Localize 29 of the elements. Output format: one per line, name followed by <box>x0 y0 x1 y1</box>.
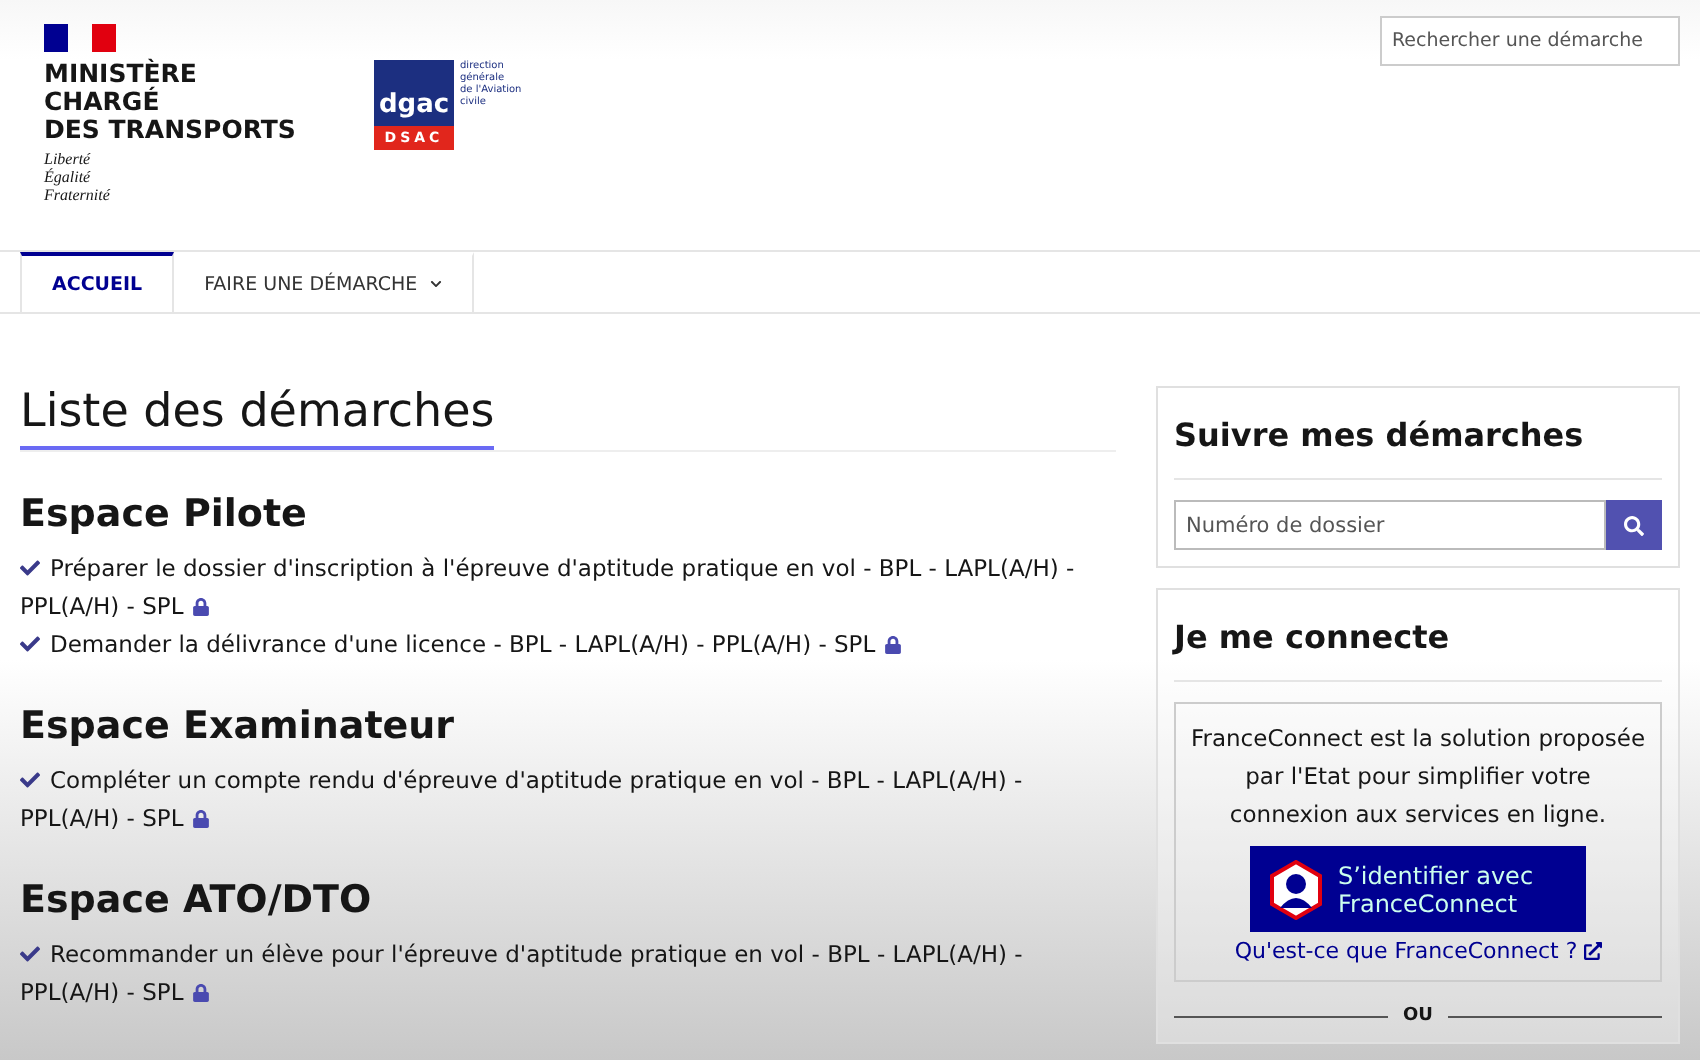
check-icon <box>20 944 40 964</box>
section-title: Espace Examinateur <box>20 704 457 748</box>
card-title: Je me connecte <box>1174 590 1662 682</box>
nav-tab[interactable]: ACCUEIL <box>20 252 175 312</box>
franceconnect-description: FranceConnect est la solution proposée par l'Etat pour simplifier votre connexion aux services en ligne. <box>1188 722 1648 832</box>
check-icon <box>20 558 40 578</box>
card-title: Suivre mes démarches <box>1174 388 1662 480</box>
separator-label: OU <box>1403 1006 1433 1026</box>
help-link[interactable]: Qu'est-ce que FranceConnect ? <box>1234 938 1602 964</box>
search-field[interactable]: Rechercher une démarche <box>1380 16 1680 66</box>
franceconnect-button[interactable]: S’identifier avec FranceConnect <box>1250 846 1586 932</box>
section-title: Espace Pilote <box>20 492 309 536</box>
check-icon <box>20 770 40 790</box>
search-button[interactable] <box>1606 500 1662 550</box>
ministry-name: MINISTÈRE CHARGÉ DES TRANSPORTS <box>44 60 298 144</box>
page-title: Liste des démarches <box>20 386 495 450</box>
section-title: Espace ATO/DTO <box>20 878 374 922</box>
procedure-link[interactable]: Compléter un compte rendu d'épreuve d'aptitude pratique en vol - BPL - LAPL(A/H) - PPL(A/H) - SPL <box>20 762 1116 838</box>
check-icon <box>20 634 40 654</box>
file-number-field[interactable]: Numéro de dossier <box>1174 500 1606 550</box>
procedure-link[interactable]: Demander la délivrance d'une licence - BPL - LAPL(A/H) - PPL(A/H) - SPL <box>20 626 1116 664</box>
external-link-icon <box>1583 942 1602 960</box>
person-hexagon-icon <box>1270 859 1322 919</box>
search-icon <box>1624 515 1644 535</box>
agency-logo: dgac <box>374 60 454 126</box>
procedure-link[interactable]: Recommander un élève pour l'épreuve d'aptitude pratique en vol - BPL - LAPL(A/H) - PPL(A/H) - SPL <box>20 936 1116 1012</box>
procedure-link[interactable]: Préparer le dossier d'inscription à l'épreuve d'aptitude pratique en vol - BPL - LAPL(A/H) - PPL(A/H) - SPL <box>20 550 1116 626</box>
motto: Liberté Égalité Fraternité <box>44 150 112 204</box>
flag-icon <box>44 24 116 52</box>
